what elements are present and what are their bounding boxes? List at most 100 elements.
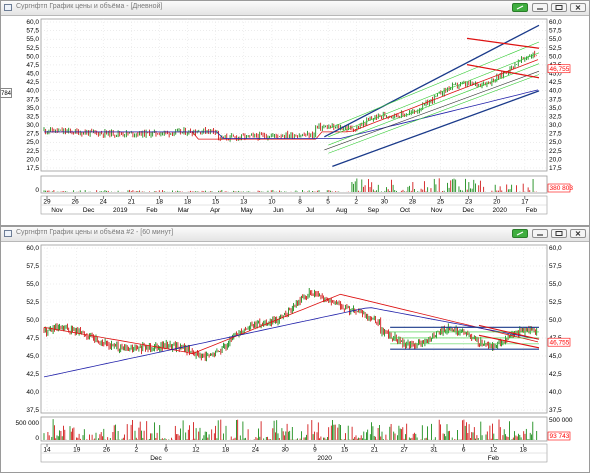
price-axis-label-left: 20,0 xyxy=(26,156,39,163)
price-axis-label-right: 40,0 xyxy=(549,389,562,396)
date-label-day: 27 xyxy=(401,447,409,454)
minimize-icon xyxy=(537,8,543,10)
price-axis-label-right: 20,0 xyxy=(549,156,562,163)
price-axis-label-left: 35,0 xyxy=(26,105,39,112)
close-icon xyxy=(575,5,581,10)
price-plot-area xyxy=(40,244,548,414)
daily-chart-title: Сургнфтп График цены и объёма - [Дневной… xyxy=(16,3,163,10)
price-axis-label-right: 55,0 xyxy=(549,36,562,43)
link-icon xyxy=(516,231,524,236)
link-button[interactable] xyxy=(512,3,528,12)
price-axis-label-right: 30,0 xyxy=(549,122,562,129)
date-label-month: 2020 xyxy=(317,455,332,462)
price-axis-label-right: 52,5 xyxy=(549,45,562,52)
price-axis-label-left: 30,0 xyxy=(26,122,39,129)
volume-axis-label: 0 xyxy=(35,435,39,442)
current-price-label: 46,755 xyxy=(550,339,570,346)
date-label-month: Dec xyxy=(150,455,162,462)
price-axis-label-left: 32,5 xyxy=(26,113,39,120)
price-axis-label-left: 42,5 xyxy=(26,371,39,378)
date-label-day: 29 xyxy=(43,199,51,206)
price-axis-label-left: 52,5 xyxy=(26,45,39,52)
date-label-month: May xyxy=(241,207,254,214)
close-button[interactable] xyxy=(570,229,586,238)
daily-chart-window[interactable]: Сургнфтп График цены и объёма - [Дневной… xyxy=(0,0,590,226)
date-label-day: 28 xyxy=(409,199,417,206)
hourly-chart-titlebar[interactable]: Сургнфтп График цены и объёма #2 - [60 м… xyxy=(1,227,589,242)
daily-chart-titlebar[interactable]: Сургнфтп График цены и объёма - [Дневной… xyxy=(1,1,589,16)
price-axis-label-left: 60,0 xyxy=(26,19,39,26)
maximize-icon xyxy=(555,231,563,236)
price-axis-label-left: 37,5 xyxy=(26,407,39,414)
price-axis-label-right: 60,0 xyxy=(549,19,562,26)
date-label-month: Nov xyxy=(51,207,63,214)
date-label-month: 2019 xyxy=(113,207,128,214)
date-label-day: 2 xyxy=(354,199,358,206)
price-axis-label-left: 45,0 xyxy=(26,71,39,78)
price-axis-label-right: 50,0 xyxy=(549,53,562,60)
price-axis-label-left: 60,0 xyxy=(26,245,39,252)
link-button[interactable] xyxy=(512,229,528,238)
date-label-day: 18 xyxy=(222,447,230,454)
price-axis-label-right: 55,0 xyxy=(549,281,562,288)
price-axis-label-left: 55,0 xyxy=(26,281,39,288)
date-label-day: 30 xyxy=(282,447,290,454)
date-label-day: 8 xyxy=(298,199,302,206)
date-label-month: Oct xyxy=(400,207,410,214)
volume-axis-label: 0 xyxy=(35,187,39,194)
date-label-day: 31 xyxy=(430,447,438,454)
date-label-day: 6 xyxy=(164,447,168,454)
price-axis-label-left: 50,0 xyxy=(26,317,39,324)
maximize-icon xyxy=(555,5,563,10)
price-axis-label-right: 37,5 xyxy=(549,96,562,103)
price-axis-label-left: 50,0 xyxy=(26,53,39,60)
date-label-month: Jul xyxy=(306,207,315,214)
date-label-day: 15 xyxy=(212,199,220,206)
price-axis-label-left: 40,0 xyxy=(26,389,39,396)
date-label-day: 17 xyxy=(521,199,529,206)
close-button[interactable] xyxy=(570,3,586,12)
price-axis-label-right: 57,5 xyxy=(549,263,562,270)
date-label-day: 18 xyxy=(184,199,192,206)
volume-badge-label: 380 803 xyxy=(550,185,574,192)
date-label-month: Feb xyxy=(488,455,500,462)
date-label-day: 23 xyxy=(465,199,473,206)
price-axis-label-right: 32,5 xyxy=(549,113,562,120)
date-label-day: 24 xyxy=(100,199,108,206)
date-label-day: 12 xyxy=(192,447,200,454)
date-label-day: 26 xyxy=(103,447,111,454)
maximize-button[interactable] xyxy=(551,3,567,12)
date-label-month: Aug xyxy=(336,207,348,214)
date-label-day: 15 xyxy=(341,447,349,454)
date-label-day: 12 xyxy=(490,447,498,454)
chart-window-icon xyxy=(4,230,12,237)
price-axis-label-left: 17,5 xyxy=(26,165,39,172)
current-price-label: 46,755 xyxy=(550,66,570,73)
hourly-chart-canvas[interactable]: 60,0 60,0 57,5 57,5 55,0 55,0 52,5 52,5 50,0 50,0… xyxy=(1,241,589,472)
chart-window-icon xyxy=(4,4,12,11)
price-axis-label-right: 60,0 xyxy=(549,245,562,252)
date-label-day: 18 xyxy=(156,199,164,206)
hourly-chart-window[interactable]: Сургнфтп График цены и объёма #2 - [60 м… xyxy=(0,226,590,473)
price-axis-label-left: 47,5 xyxy=(26,62,39,69)
price-axis-label-right: 22,5 xyxy=(549,148,562,155)
date-label-month: Mar xyxy=(178,207,190,214)
volume-badge-label: 93 743 xyxy=(550,433,570,440)
minimize-button[interactable] xyxy=(532,229,548,238)
price-axis-label-left: 52,5 xyxy=(26,299,39,306)
price-axis-label-right: 37,5 xyxy=(549,407,562,414)
date-label-month: Nov xyxy=(431,207,443,214)
price-axis-label-right: 25,0 xyxy=(549,139,562,146)
minimize-button[interactable] xyxy=(532,3,548,12)
date-label-month: 2020 xyxy=(493,207,508,214)
daily-chart-canvas[interactable]: 60,0 60,057,5 57,555,0 55,052,5 52,550,0 50,0… xyxy=(1,15,589,225)
maximize-button[interactable] xyxy=(551,229,567,238)
price-axis-label-left: 47,5 xyxy=(26,335,39,342)
date-label-month: Jun xyxy=(273,207,284,214)
date-label-day: 20 xyxy=(493,199,501,206)
volume-plot-area xyxy=(40,175,548,194)
price-axis-label-right: 35,0 xyxy=(549,105,562,112)
price-axis-label-right: 17,5 xyxy=(549,165,562,172)
date-label-day: 13 xyxy=(240,199,248,206)
price-axis-label-right: 40,0 xyxy=(549,88,562,95)
